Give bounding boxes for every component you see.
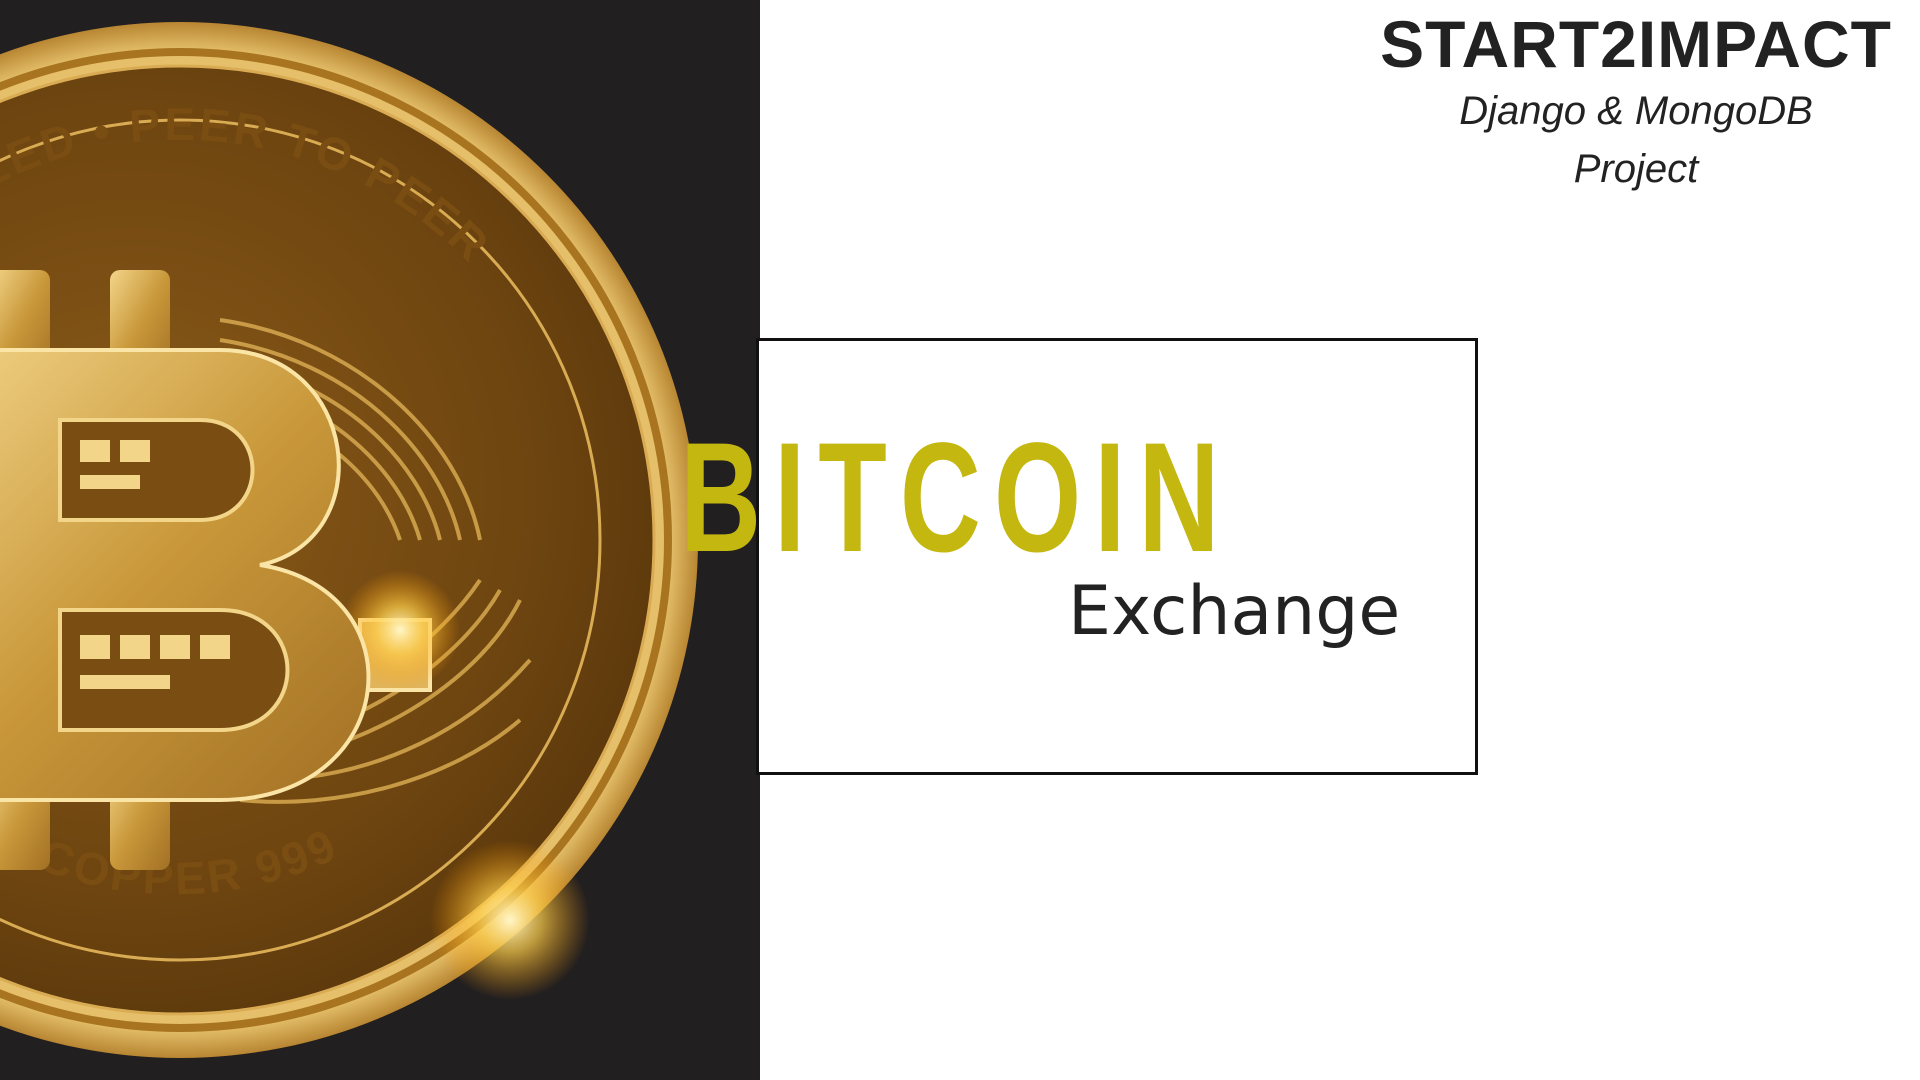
brand-name: START2IMPACT bbox=[1380, 7, 1892, 81]
hero-subtitle: Exchange bbox=[1068, 572, 1401, 651]
brand-subtitle-line2: Project bbox=[1573, 147, 1699, 191]
bitcoin-coin-icon: DECENTRALIZED • PEER TO PEER FINE COPPER… bbox=[0, 20, 700, 1060]
slide: DECENTRALIZED • PEER TO PEER FINE COPPER… bbox=[0, 0, 1920, 1080]
brand-block: START2IMPACT Django & MongoDB Project bbox=[1366, 6, 1906, 198]
hero-title: BITCOIN bbox=[680, 411, 1233, 585]
brand-subtitle-line1: Django & MongoDB bbox=[1459, 89, 1813, 133]
